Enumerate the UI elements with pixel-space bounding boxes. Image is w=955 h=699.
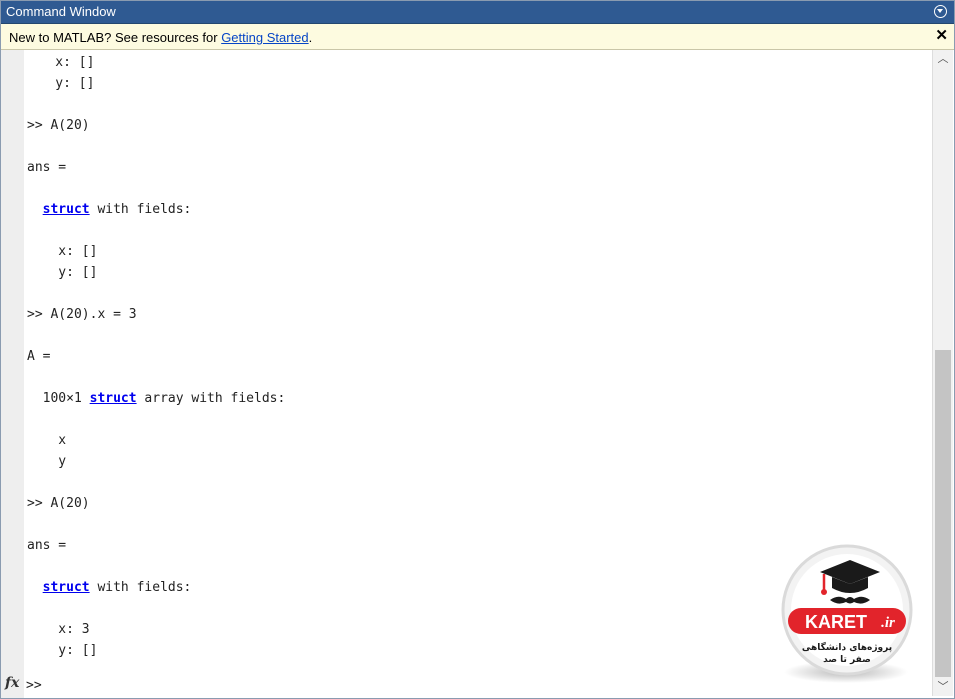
scroll-up-icon[interactable]: ︿	[933, 50, 953, 68]
output-line: ans =	[27, 538, 67, 553]
window-actions-menu-icon[interactable]	[934, 5, 947, 18]
output-line: y	[27, 454, 67, 469]
command-line: >> A(20)	[27, 118, 90, 133]
struct-doc-link[interactable]: struct	[43, 580, 90, 595]
output-line: y: []	[24, 76, 95, 91]
info-bar-text: New to MATLAB? See resources for	[9, 30, 222, 45]
output-line: A =	[27, 349, 51, 364]
logo-tagline-1: پروژه‌های دانشگاهی	[802, 641, 892, 653]
logo-brand-text: KARET	[805, 612, 867, 632]
close-icon[interactable]: ✕	[935, 26, 948, 44]
info-bar-suffix: .	[308, 30, 313, 45]
function-browser-icon[interactable]: fx	[5, 675, 19, 691]
struct-doc-link[interactable]: struct	[43, 202, 90, 217]
struct-doc-link[interactable]: struct	[90, 391, 137, 406]
output-line: y: []	[27, 643, 98, 658]
output-line: y: []	[27, 265, 98, 280]
logo-domain-text: .ir	[881, 615, 895, 631]
left-gutter	[0, 50, 24, 699]
output-line: x: 3	[27, 622, 90, 637]
line-text: with fields:	[89, 580, 192, 595]
line-text: 100×1	[27, 391, 90, 406]
line-text: array with fields:	[136, 391, 286, 406]
line-text: with fields:	[89, 202, 192, 217]
command-line: >> A(20).x = 3	[27, 307, 137, 322]
title-bar: Command Window	[0, 0, 955, 24]
output-line: x	[27, 433, 67, 448]
karet-logo: KARET .ir پروژه‌های دانشگاهی صفر تا صد	[781, 544, 913, 683]
window-title: Command Window	[6, 4, 116, 19]
output-line: x: []	[24, 55, 95, 70]
output-line: x: []	[27, 244, 98, 259]
command-line: >> A(20)	[27, 496, 90, 511]
output-line: struct with fields:	[27, 202, 192, 218]
scroll-down-icon[interactable]: ﹀	[933, 678, 953, 696]
vertical-scrollbar[interactable]: ︿ ﹀	[932, 50, 953, 696]
command-prompt[interactable]: >>	[26, 678, 42, 694]
logo-tagline-2: صفر تا صد	[823, 655, 871, 665]
output-line: struct with fields:	[27, 580, 192, 596]
output-line: 100×1 struct array with fields:	[27, 391, 286, 407]
info-bar: New to MATLAB? See resources for Getting…	[0, 24, 955, 50]
scrollbar-thumb[interactable]	[935, 350, 951, 677]
output-line: ans =	[27, 160, 67, 175]
info-bar-message: New to MATLAB? See resources for Getting…	[9, 30, 312, 45]
getting-started-link[interactable]: Getting Started	[221, 30, 308, 45]
